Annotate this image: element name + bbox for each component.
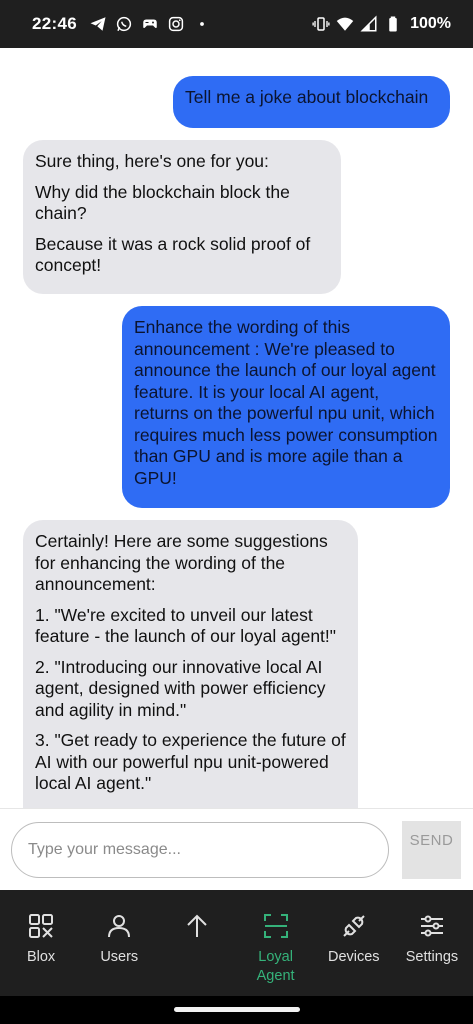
message-text: 1. "We're excited to unveil our latest f… (35, 604, 336, 647)
vibrate-icon (312, 15, 330, 33)
scan-frame-icon (262, 912, 290, 940)
status-bar: 22:46 100% (0, 0, 473, 48)
status-time: 22:46 (32, 14, 77, 33)
bot-message-bubble: Sure thing, here's one for you: Why did … (23, 140, 341, 294)
notification-icons (89, 15, 211, 33)
chat-messages[interactable]: Tell me a joke about blockchain Sure thi… (0, 48, 473, 808)
bot-message-bubble: Certainly! Here are some suggestions for… (23, 520, 358, 808)
gesture-navigation-bar (0, 996, 473, 1024)
message-text: Why did the blockchain block the chain? (35, 181, 290, 224)
nav-item-devices[interactable]: Devices (315, 890, 393, 996)
message-text: 2. "Introducing our innovative local AI … (35, 656, 326, 720)
wifi-icon (336, 15, 354, 33)
game-controller-icon (141, 15, 159, 33)
message-text: Enhance the wording of this announcement… (134, 317, 438, 488)
plug-icon (340, 912, 368, 940)
send-button[interactable]: SEND (402, 821, 461, 879)
nav-item-upload[interactable] (158, 890, 236, 996)
message-text: Sure thing, here's one for you: (35, 151, 269, 171)
nav-item-loyal-agent[interactable]: Loyal Agent (237, 890, 315, 996)
message-text: Certainly! Here are some suggestions for… (35, 531, 328, 594)
nav-label: Users (100, 949, 139, 965)
nav-label: Blox (26, 949, 56, 965)
system-icons: 100% (312, 15, 451, 33)
battery-icon (384, 15, 402, 33)
message-text: Because it was a rock solid proof of con… (35, 233, 311, 276)
nav-label: Settings (405, 949, 459, 965)
blox-grid-icon (27, 912, 55, 940)
message-text: Tell me a joke about blockchain (185, 87, 429, 107)
cellular-signal-icon (360, 15, 378, 33)
sliders-icon (418, 912, 446, 940)
message-text: 3. "Get ready to experience the future o… (35, 730, 346, 793)
message-composer: SEND (0, 808, 473, 890)
nav-item-blox[interactable]: Blox (2, 890, 80, 996)
user-message-bubble: Enhance the wording of this announcement… (122, 306, 450, 508)
battery-percentage: 100% (410, 15, 451, 32)
nav-label: Devices (327, 949, 380, 965)
arrow-up-icon (183, 912, 211, 940)
nav-item-settings[interactable]: Settings (393, 890, 471, 996)
nav-label: Loyal Agent (256, 949, 295, 984)
nav-item-users[interactable]: Users (80, 890, 158, 996)
telegram-icon (89, 15, 107, 33)
user-message-bubble: Tell me a joke about blockchain (173, 76, 450, 128)
bottom-navigation: Blox Users Loyal Agent Devices Settings (0, 890, 473, 996)
dot-icon (193, 15, 211, 33)
message-input[interactable] (11, 822, 389, 878)
user-icon (105, 912, 133, 940)
instagram-icon (167, 15, 185, 33)
whatsapp-icon (115, 15, 133, 33)
home-gesture-handle[interactable] (174, 1007, 300, 1012)
